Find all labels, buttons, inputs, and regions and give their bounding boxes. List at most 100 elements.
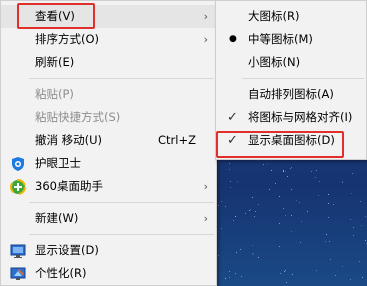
- menu-item-paste[interactable]: 粘贴(P): [1, 83, 216, 106]
- star-dot: [236, 251, 238, 253]
- star-dot: [317, 195, 319, 197]
- menu-item-refresh[interactable]: 刷新(E): [1, 51, 216, 74]
- star-dot: [258, 204, 260, 206]
- star-dot: [325, 234, 327, 236]
- star-dot: [233, 220, 235, 222]
- menu-item-label: 粘贴快捷方式(S): [35, 110, 121, 124]
- star-dot: [224, 206, 226, 208]
- star-dot: [253, 215, 255, 217]
- star-dot: [335, 275, 337, 277]
- star-dot: [287, 175, 289, 177]
- menu-separator: [29, 202, 214, 203]
- star-dot: [285, 269, 287, 271]
- submenu-item-medium-icons[interactable]: ● 中等图标(M): [216, 28, 366, 51]
- menu-item-label: 自动排列图标(A): [248, 87, 334, 101]
- menu-item-label: 中等图标(M): [248, 32, 313, 46]
- star-dot: [291, 166, 293, 168]
- star-dot: [329, 258, 331, 260]
- menu-item-personalize[interactable]: 个性化(R): [1, 262, 216, 285]
- star-dot: [279, 222, 281, 224]
- submenu-item-auto-arrange[interactable]: 自动排列图标(A): [216, 83, 366, 106]
- check-icon: ✓: [227, 110, 238, 125]
- personalize-icon: [10, 267, 26, 280]
- star-dot: [254, 210, 256, 212]
- star-dot: [283, 169, 285, 171]
- menu-item-view[interactable]: 查看(V) ›: [1, 5, 216, 28]
- star-dot: [329, 240, 331, 242]
- menu-item-label: 将图标与网格对齐(I): [248, 110, 353, 124]
- star-dot: [327, 202, 329, 204]
- star-dot: [352, 226, 354, 228]
- star-dot: [318, 181, 320, 183]
- 360-assistant-icon: [10, 179, 26, 195]
- star-dot: [283, 171, 285, 173]
- star-dot: [224, 278, 226, 280]
- view-submenu: 大图标(R) ● 中等图标(M) 小图标(N) 自动排列图标(A) ✓ 将图标与…: [215, 0, 367, 160]
- menu-item-label: 排序方式(O): [35, 32, 100, 46]
- submenu-item-show-desktop-icons[interactable]: ✓ 显示桌面图标(D): [216, 129, 366, 152]
- menu-item-label: 显示设置(D): [35, 243, 99, 257]
- star-dot: [332, 204, 334, 206]
- chevron-right-icon: ›: [203, 212, 208, 225]
- submenu-item-small-icons[interactable]: 小图标(N): [216, 51, 366, 74]
- star-dot: [278, 195, 280, 197]
- star-dot: [235, 215, 237, 217]
- star-dot: [262, 163, 264, 165]
- star-dot: [257, 256, 259, 258]
- menu-item-undo-move[interactable]: 撤消 移动(U) Ctrl+Z: [1, 129, 216, 152]
- menu-item-sort-by[interactable]: 排序方式(O) ›: [1, 28, 216, 51]
- star-dot: [270, 169, 272, 171]
- star-dot: [360, 200, 362, 202]
- star-dot: [251, 253, 253, 255]
- menu-item-paste-shortcut[interactable]: 粘贴快捷方式(S): [1, 106, 216, 129]
- star-dot: [299, 201, 301, 203]
- star-dot: [279, 272, 281, 274]
- menu-item-new[interactable]: 新建(W) ›: [1, 207, 216, 230]
- desktop-context-menu: 查看(V) › 排序方式(O) › 刷新(E) 粘贴(P) 粘贴快捷方式(S) …: [0, 0, 217, 286]
- menu-item-label: 撤消 移动(U): [35, 133, 103, 147]
- menu-item-label: 显示桌面图标(D): [248, 133, 335, 147]
- star-dot: [365, 243, 367, 244]
- submenu-item-large-icons[interactable]: 大图标(R): [216, 5, 366, 28]
- menu-separator: [242, 78, 364, 79]
- star-dot: [220, 200, 222, 202]
- menu-item-label: 粘贴(P): [35, 87, 74, 101]
- menu-item-display-settings[interactable]: 显示设置(D): [1, 239, 216, 262]
- menu-item-label: 小图标(N): [248, 55, 301, 69]
- star-dot: [229, 180, 231, 182]
- star-dot: [228, 276, 230, 278]
- star-dot: [314, 177, 316, 179]
- star-dot: [278, 245, 280, 247]
- star-dot: [252, 244, 254, 246]
- star-dot: [218, 255, 220, 257]
- star-dot: [235, 273, 237, 275]
- star-dot: [218, 205, 220, 207]
- star-dot: [315, 169, 317, 171]
- star-dot: [229, 162, 231, 164]
- star-dot: [283, 271, 285, 273]
- star-dot: [282, 207, 284, 209]
- star-dot: [268, 189, 270, 191]
- star-dot: [291, 215, 293, 217]
- submenu-item-align-to-grid[interactable]: ✓ 将图标与网格对齐(I): [216, 106, 366, 129]
- star-dot: [229, 186, 231, 188]
- menu-item-label: 个性化(R): [35, 266, 87, 280]
- star-dot: [350, 279, 352, 281]
- star-dot: [316, 269, 318, 271]
- star-dot: [364, 216, 366, 218]
- star-dot: [341, 182, 343, 184]
- check-icon: ✓: [227, 133, 238, 148]
- star-dot: [229, 168, 231, 170]
- star-dot: [290, 230, 292, 232]
- menu-item-label: 新建(W): [35, 211, 79, 225]
- star-dot: [327, 193, 329, 195]
- star-dot: [240, 249, 242, 251]
- menu-item-label: 查看(V): [35, 9, 75, 23]
- menu-separator: [29, 78, 214, 79]
- menu-item-eye-guard[interactable]: 护眼卫士: [1, 152, 216, 175]
- star-dot: [245, 212, 247, 214]
- star-dot: [352, 173, 354, 175]
- star-dot: [284, 215, 286, 217]
- menu-item-360-desktop-assistant[interactable]: 360桌面助手 ›: [1, 175, 216, 198]
- star-dot: [228, 270, 230, 272]
